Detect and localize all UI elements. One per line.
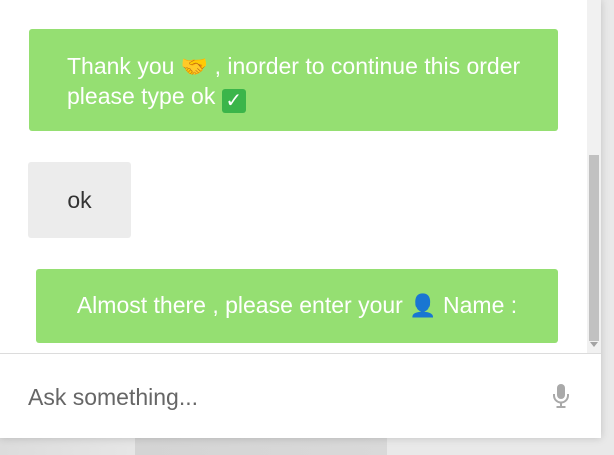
input-bar (0, 354, 601, 438)
message-text: ok (67, 187, 92, 213)
person-silhouette-icon: 👤 (409, 294, 437, 319)
message-text: Thank you (67, 53, 181, 79)
check-mark-button-icon: ✓ (221, 89, 246, 113)
message-text: Almost there , please enter your (76, 292, 410, 318)
scrollbar-thumb[interactable] (589, 155, 599, 341)
chat-input[interactable] (26, 378, 530, 416)
message-text: Name : (436, 292, 518, 318)
message-list: Thank you 🤝 , inorder to continue this o… (0, 0, 587, 353)
bot-message: Almost there , please enter your 👤 Name … (36, 269, 558, 343)
microphone-icon[interactable] (551, 383, 571, 409)
scroll-down-arrow-icon[interactable] (590, 342, 598, 347)
message-scrollbar[interactable] (587, 0, 601, 353)
bot-message: Thank you 🤝 , inorder to continue this o… (29, 29, 558, 131)
chat-window: Thank you 🤝 , inorder to continue this o… (0, 0, 601, 438)
user-message: ok (28, 162, 131, 238)
handshake-icon: 🤝 (180, 55, 209, 80)
